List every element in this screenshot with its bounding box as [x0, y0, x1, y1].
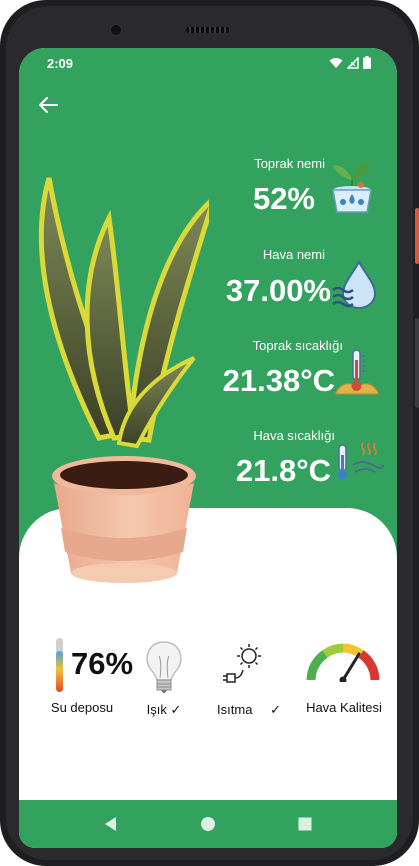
nav-home-icon[interactable]: [198, 814, 218, 834]
app-screen: 2:09 Toprak nemi 52% Hava nemi 37.00% To…: [19, 48, 397, 848]
air-quality-label: Hava Kalitesi: [306, 700, 382, 715]
soil-moisture-label: Toprak nemi: [254, 156, 325, 171]
status-bar: 2:09: [19, 48, 397, 76]
air-humidity-label: Hava nemi: [262, 247, 325, 262]
power-button[interactable]: [415, 208, 419, 264]
volume-button[interactable]: [415, 318, 419, 408]
air-temperature-reading: Hava sıcaklığı: [199, 428, 335, 443]
air-humidity-value-box: 37.00%: [197, 273, 331, 309]
air-temperature-value-box: 21.8°C: [199, 453, 331, 489]
heating-label-row: Isıtma ✓: [209, 702, 289, 718]
wifi-icon: [329, 57, 343, 68]
light-bulb-icon: [146, 641, 182, 693]
water-tank-label: Su deposu: [50, 700, 114, 715]
heating-label: Isıtma: [217, 702, 253, 717]
status-time: 2:09: [47, 56, 74, 71]
water-tank-value: 76%: [71, 646, 134, 681]
earpiece-speaker: [186, 27, 230, 33]
humidity-drop-icon: [332, 260, 377, 309]
heater-plug-icon: [223, 644, 261, 683]
light-label: Işık: [146, 702, 167, 717]
light-label-row: Işık ✓: [135, 702, 193, 718]
back-arrow-icon[interactable]: [37, 94, 59, 116]
status-icons: [329, 56, 371, 69]
light-check: ✓: [170, 702, 182, 717]
air-humidity-reading: Hava nemi: [197, 247, 325, 262]
air-humidity-value: 37.00%: [225, 273, 331, 308]
soil-temperature-reading: Toprak sıcaklığı: [189, 338, 343, 353]
nav-back-icon[interactable]: [101, 814, 121, 834]
air-temperature-label: Hava sıcaklığı: [253, 428, 335, 443]
soil-moisture-reading: Toprak nemi 52%: [197, 156, 325, 217]
signal-icon: [347, 56, 359, 69]
soil-thermometer-icon: [334, 349, 380, 395]
soil-moisture-value: 52%: [252, 181, 315, 216]
tank-level-gauge-icon: [56, 638, 63, 692]
nav-recents-icon[interactable]: [295, 814, 315, 834]
front-camera: [108, 22, 124, 38]
battery-icon: [363, 56, 371, 69]
air-temperature-value: 21.8°C: [235, 453, 331, 488]
air-quality-gauge-icon: [306, 643, 380, 682]
phone-frame: 2:09 Toprak nemi 52% Hava nemi 37.00% To…: [0, 0, 419, 866]
soil-temperature-label: Toprak sıcaklığı: [252, 338, 343, 353]
plant-illustration: [38, 177, 209, 583]
air-thermometer-icon: [337, 442, 384, 480]
navigation-bar: [19, 800, 397, 848]
heating-check: ✓: [270, 702, 281, 717]
plant-pot-moisture-icon: [332, 163, 372, 213]
